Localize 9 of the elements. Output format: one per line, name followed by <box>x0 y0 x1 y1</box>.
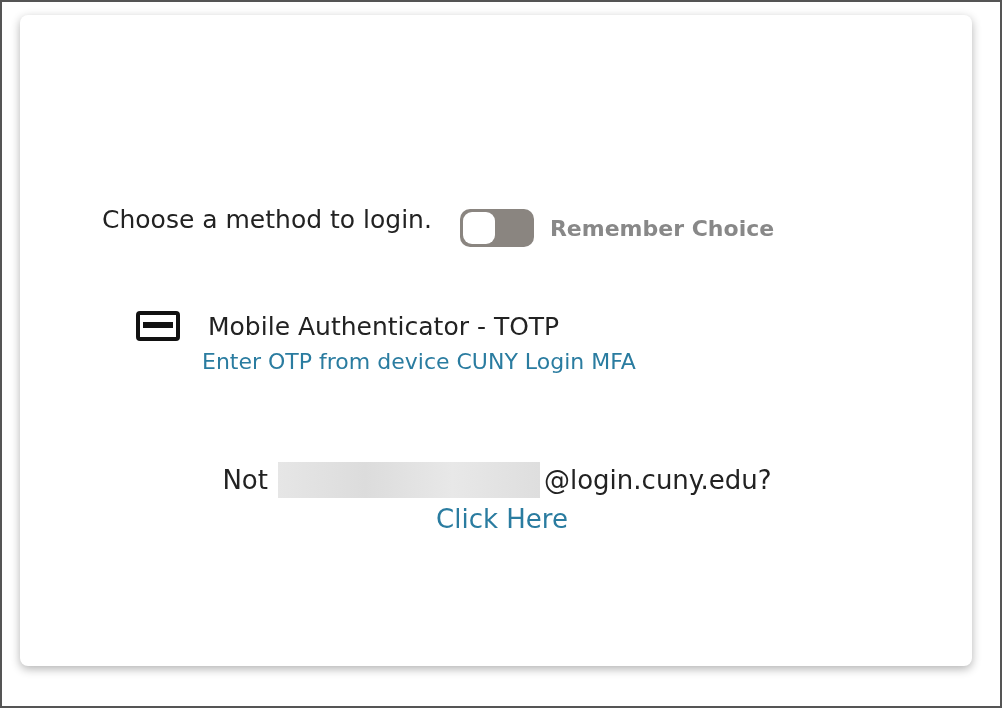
method-title: Mobile Authenticator - TOTP <box>208 311 561 341</box>
prompt-text: Choose a method to login. <box>102 205 432 234</box>
click-here-link[interactable]: Click Here <box>436 504 568 534</box>
method-link[interactable]: Enter OTP from device CUNY Login MFA <box>202 349 972 374</box>
remember-toggle[interactable] <box>459 209 534 247</box>
remember-label: Remember Choice <box>549 215 775 241</box>
not-text: Not <box>222 465 268 495</box>
domain-text: @login.cuny.edu? <box>544 465 772 495</box>
card-icon <box>136 311 180 341</box>
